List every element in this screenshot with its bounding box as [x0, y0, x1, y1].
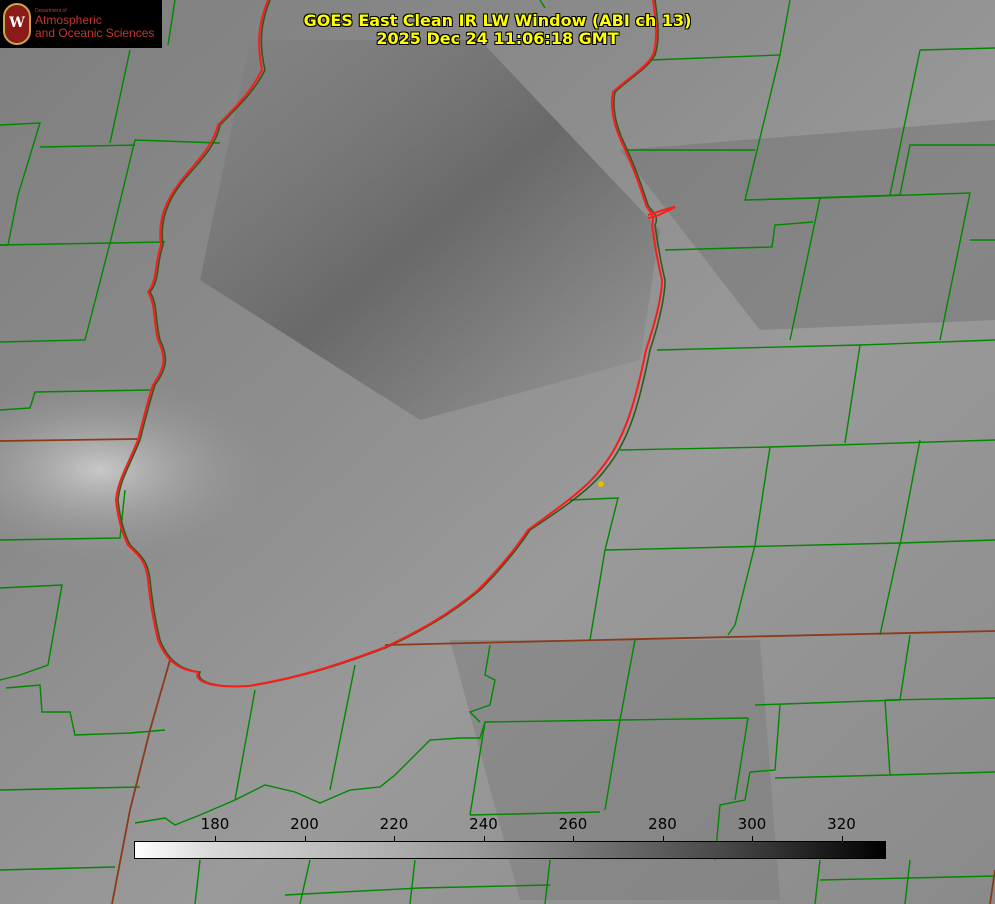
- colorbar-tick-mark: [662, 836, 664, 842]
- site-marker: [598, 481, 604, 487]
- colorbar-tick-label: 220: [379, 815, 409, 833]
- colorbar-tick-label: 320: [827, 815, 856, 833]
- colorbar-tick-mark: [841, 836, 843, 842]
- colorbar-tick-mark: [573, 836, 574, 842]
- colorbar-tick-mark: [752, 836, 753, 842]
- colorbar-tick-label: 280: [648, 815, 677, 833]
- image-timestamp: 2025 Dec 24 11:06:18 GMT: [376, 29, 619, 48]
- colorbar-tick-mark: [304, 836, 306, 842]
- colorbar-tick-label: 260: [558, 815, 588, 833]
- colorbar-gradient: [134, 841, 886, 859]
- colorbar-tick-label: 240: [469, 815, 498, 833]
- colorbar-tick-mark: [483, 836, 485, 842]
- colorbar-tick-label: 200: [290, 815, 319, 833]
- satellite-image-map: [0, 0, 995, 904]
- image-title: GOES East Clean IR LW Window (ABI ch 13): [303, 11, 692, 30]
- colorbar-tick-mark: [215, 836, 216, 842]
- colorbar-tick-mark: [394, 836, 395, 842]
- colorbar-tick-label: 180: [200, 815, 230, 833]
- colorbar-tick-label: 300: [737, 815, 767, 833]
